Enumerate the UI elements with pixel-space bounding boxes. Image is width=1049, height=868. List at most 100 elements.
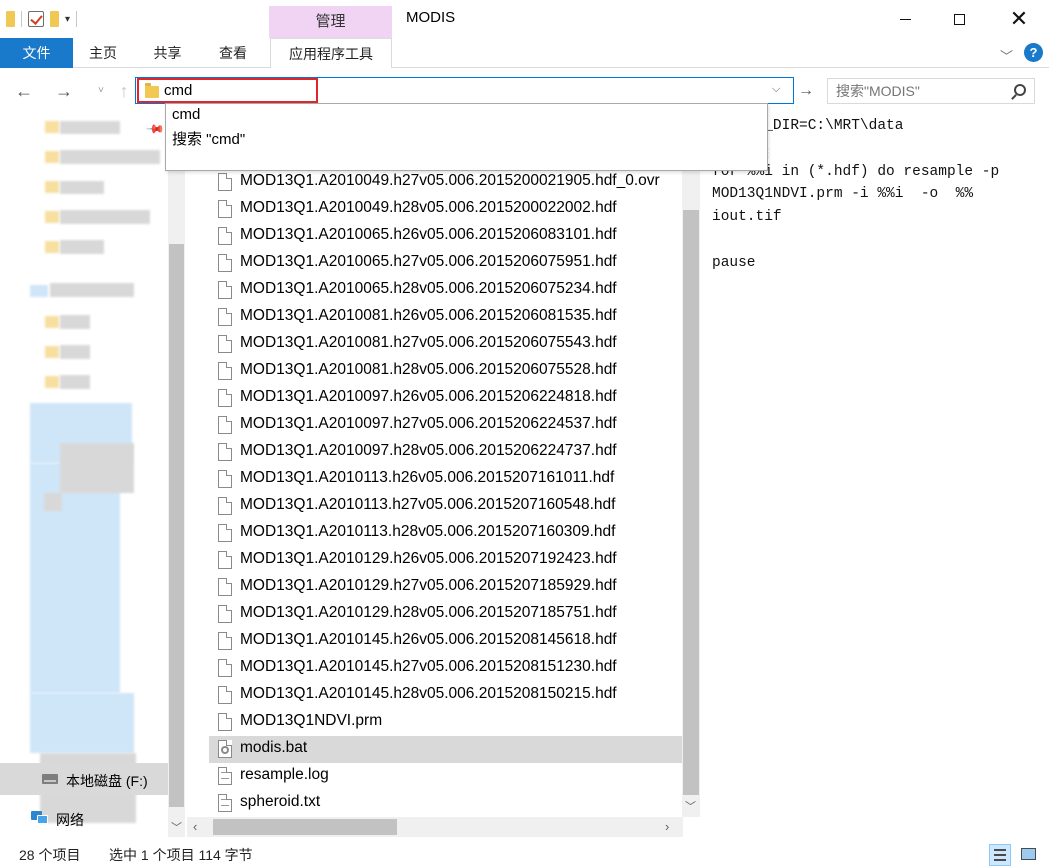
close-button[interactable]: ✕ [993, 0, 1045, 38]
file-name: MOD13Q1.A2010049.h28v05.006.201520002200… [240, 199, 617, 216]
tab-home[interactable]: 主页 [78, 38, 128, 68]
file-name: MOD13Q1.A2010145.h28v05.006.201520815021… [240, 685, 617, 702]
forward-arrow-icon[interactable]: → [52, 79, 76, 103]
search-input[interactable] [836, 82, 1006, 100]
file-row[interactable]: MOD13Q1.A2010065.h28v05.006.201520607523… [209, 277, 682, 304]
address-dropdown-chevron-icon[interactable]: ⌵ [772, 83, 786, 97]
recent-locations-chevron-icon[interactable]: ˅ [89, 79, 113, 103]
minimize-button[interactable] [879, 0, 931, 38]
file-icon [218, 416, 232, 434]
file-row[interactable]: MOD13Q1.A2010145.h28v05.006.201520815021… [209, 682, 682, 709]
file-row[interactable]: MOD13Q1.A2010081.h26v05.006.201520608153… [209, 304, 682, 331]
suggestion-item[interactable]: 搜索 "cmd" [172, 128, 245, 149]
file-row[interactable]: MOD13Q1.A2010129.h28v05.006.201520718575… [209, 601, 682, 628]
tab-share[interactable]: 共享 [140, 38, 195, 68]
file-row[interactable]: MOD13Q1.A2010113.h26v05.006.201520716101… [209, 466, 682, 493]
file-list-scroll-thumb[interactable] [683, 210, 699, 795]
file-row[interactable]: MOD13Q1.A2010129.h26v05.006.201520719242… [209, 547, 682, 574]
scroll-right-chevron-icon[interactable]: › [665, 819, 669, 834]
properties-icon[interactable] [28, 11, 44, 27]
scroll-down-chevron-icon[interactable]: ﹀ [171, 819, 182, 835]
file-name: spheroid.txt [240, 793, 321, 810]
search-box[interactable] [827, 78, 1035, 104]
scroll-down-chevron-icon[interactable]: ﹀ [685, 798, 696, 814]
file-icon [218, 497, 232, 515]
details-view-icon-line [994, 854, 1006, 856]
file-row[interactable]: MOD13Q1.A2010113.h27v05.006.201520716054… [209, 493, 682, 520]
up-arrow-icon[interactable]: ↑ [112, 79, 136, 103]
file-row[interactable]: MOD13Q1.A2010145.h27v05.006.201520815123… [209, 655, 682, 682]
suggestion-item[interactable]: cmd [172, 106, 200, 123]
file-icon [218, 659, 232, 677]
file-icon [218, 578, 232, 596]
file-row[interactable]: MOD13Q1.A2010097.h26v05.006.201520622481… [209, 385, 682, 412]
file-name: MOD13Q1.A2010113.h28v05.006.201520716030… [240, 523, 616, 540]
new-folder-icon[interactable] [50, 11, 59, 27]
file-list: MOD13Q1.A2010049.h27v05.006.201520002190… [209, 113, 682, 817]
search-icon[interactable] [1014, 84, 1026, 96]
blurred-label [50, 283, 134, 297]
status-bar: 28 个项目 选中 1 个项目 114 字节 [0, 840, 1049, 868]
file-icon [218, 632, 232, 650]
help-icon[interactable]: ? [1024, 43, 1043, 62]
maximize-icon [953, 13, 965, 25]
file-row[interactable]: spheroid.txt [209, 790, 682, 817]
details-view-icon-line [994, 859, 1006, 861]
file-row[interactable]: modis.bat [209, 736, 682, 763]
nav-item-local-disk-f[interactable]: 本地磁盘 (F:) [66, 771, 148, 791]
preview-line: MOD13Q1NDVI.prm -i %%i -o %% [712, 186, 974, 203]
file-row[interactable]: MOD13Q1.A2010145.h26v05.006.201520814561… [209, 628, 682, 655]
folder-icon [6, 11, 15, 27]
file-name: MOD13Q1NDVI.prm [240, 712, 383, 729]
file-row[interactable]: MOD13Q1.A2010081.h27v05.006.201520607554… [209, 331, 682, 358]
file-row[interactable]: MOD13Q1.A2010097.h27v05.006.201520622453… [209, 412, 682, 439]
file-row[interactable]: MOD13Q1.A2010065.h26v05.006.201520608310… [209, 223, 682, 250]
blurred-region [44, 493, 62, 511]
window-title: MODIS [406, 9, 456, 26]
quick-access-toolbar: ▾ [6, 8, 78, 30]
blurred-folder-icon [45, 121, 59, 133]
maximize-button[interactable] [933, 0, 985, 38]
blurred-label [60, 181, 104, 194]
file-row[interactable]: MOD13Q1NDVI.prm [209, 709, 682, 736]
nav-pane-scroll-thumb[interactable] [169, 244, 184, 807]
customize-toolbar-chevron-icon[interactable]: ▾ [65, 14, 70, 25]
scroll-left-chevron-icon[interactable]: ‹ [193, 819, 197, 834]
file-row[interactable]: MOD13Q1.A2010129.h27v05.006.201520718592… [209, 574, 682, 601]
nav-item-network[interactable]: 网络 [56, 810, 84, 830]
address-input[interactable] [164, 80, 764, 101]
file-name: MOD13Q1.A2010113.h27v05.006.201520716054… [240, 496, 616, 513]
file-name: MOD13Q1.A2010049.h27v05.006.201520002190… [240, 172, 660, 189]
blurred-label [60, 345, 90, 359]
horizontal-scroll-thumb[interactable] [213, 819, 397, 835]
details-view-button[interactable] [989, 844, 1011, 866]
file-row[interactable]: MOD13Q1.A2010065.h27v05.006.201520607595… [209, 250, 682, 277]
file-name: MOD13Q1.A2010081.h27v05.006.201520607554… [240, 334, 617, 351]
toolbar-separator [21, 11, 22, 27]
title-bar: ▾ 管理 MODIS ✕ [0, 0, 1049, 38]
file-row[interactable]: MOD13Q1.A2010049.h27v05.006.201520002190… [209, 169, 682, 196]
file-row[interactable]: MOD13Q1.A2010113.h28v05.006.201520716030… [209, 520, 682, 547]
tab-file[interactable]: 文件 [0, 38, 73, 68]
expand-ribbon-chevron-icon[interactable]: ﹀ [1000, 46, 1013, 64]
file-icon [218, 254, 232, 272]
blurred-folder-icon [45, 181, 59, 193]
tab-view[interactable]: 查看 [207, 38, 259, 68]
go-arrow-icon[interactable]: → [796, 81, 816, 101]
file-row[interactable]: MOD13Q1.A2010081.h28v05.006.201520607552… [209, 358, 682, 385]
file-icon [218, 443, 232, 461]
file-icon [218, 551, 232, 569]
large-icons-view-button[interactable] [1018, 844, 1040, 866]
file-icon [218, 605, 232, 623]
file-name: MOD13Q1.A2010065.h27v05.006.201520607595… [240, 253, 617, 270]
preview-line: iout.tif [712, 209, 782, 226]
file-row[interactable]: MOD13Q1.A2010049.h28v05.006.201520002200… [209, 196, 682, 223]
blurred-folder-icon [45, 151, 59, 163]
address-bar[interactable] [135, 77, 794, 104]
file-row[interactable]: resample.log [209, 763, 682, 790]
blurred-label [60, 121, 120, 134]
tab-application-tools[interactable]: 应用程序工具 [270, 38, 392, 68]
file-name: MOD13Q1.A2010097.h26v05.006.201520622481… [240, 388, 617, 405]
back-arrow-icon[interactable]: ← [12, 79, 36, 103]
file-row[interactable]: MOD13Q1.A2010097.h28v05.006.201520622473… [209, 439, 682, 466]
